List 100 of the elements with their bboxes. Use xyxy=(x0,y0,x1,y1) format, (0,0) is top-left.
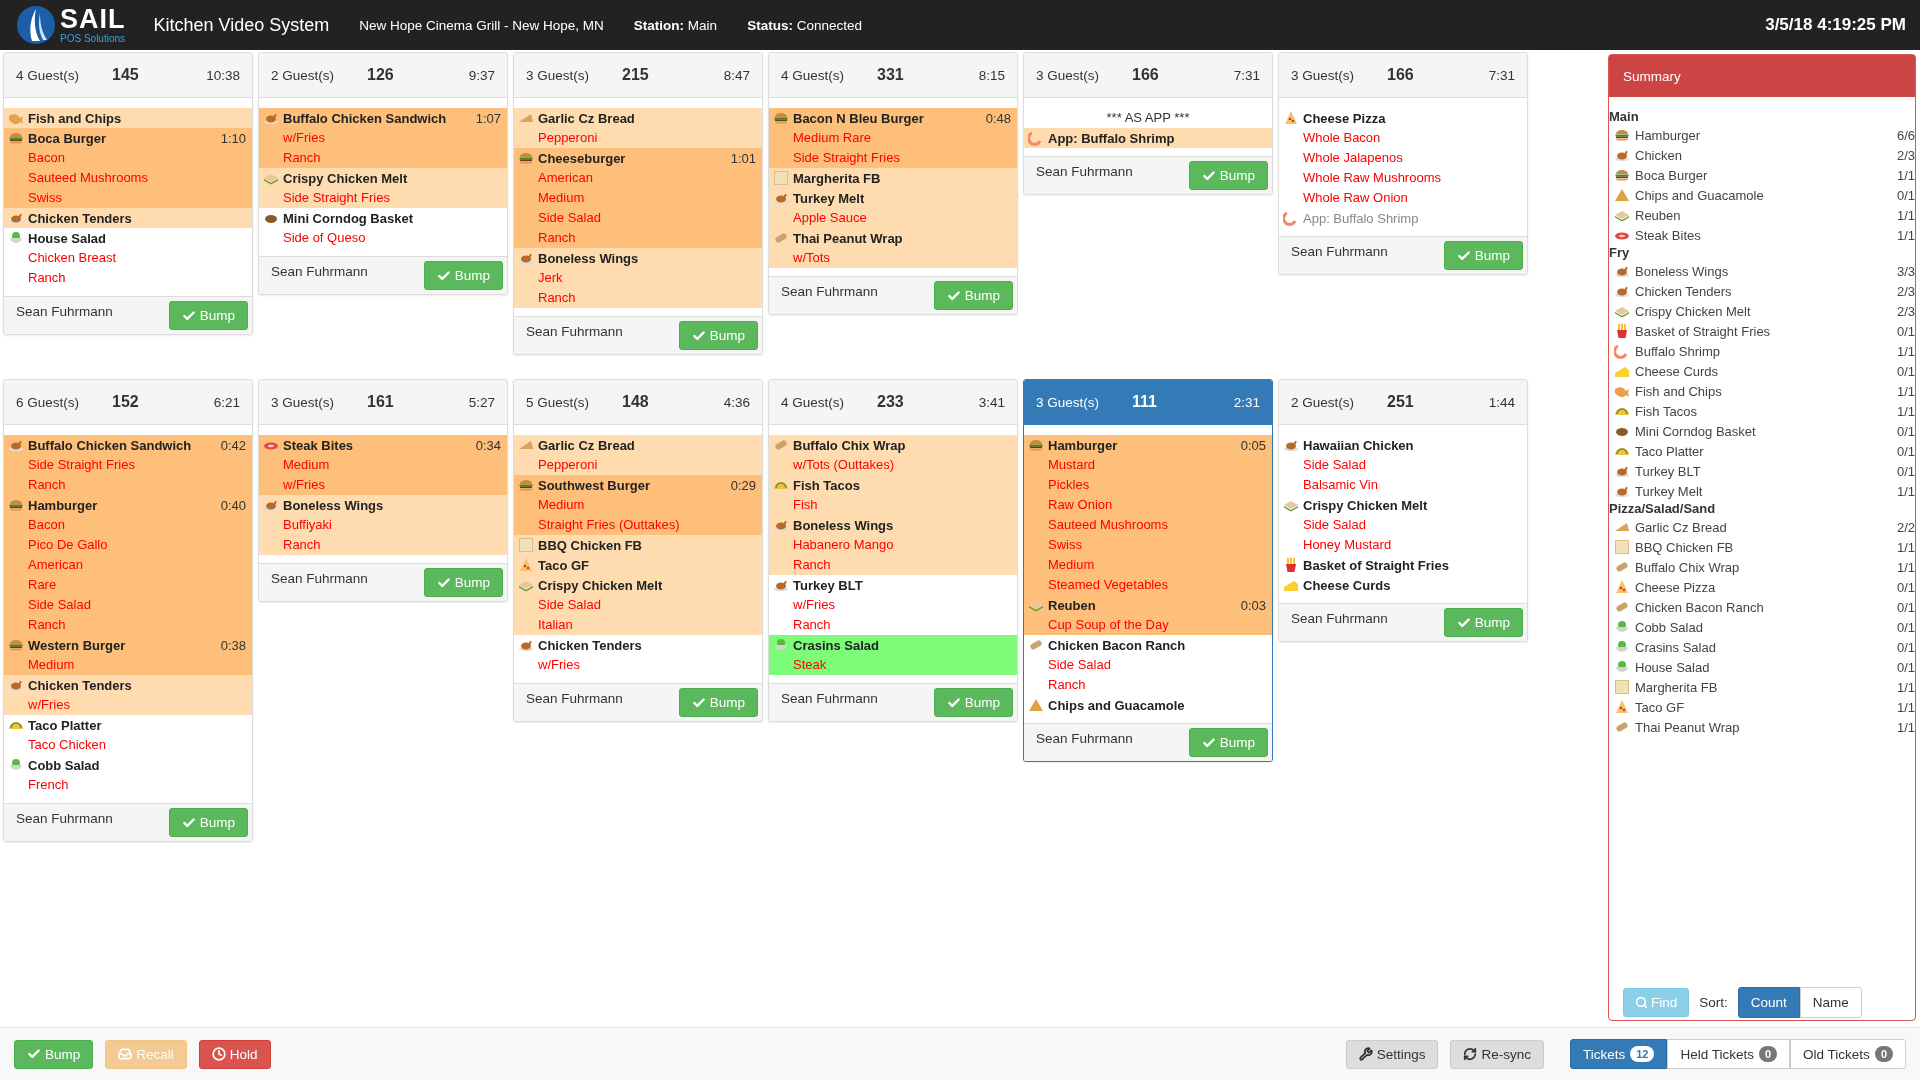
summary-item-name: Chicken Tenders xyxy=(1635,283,1732,299)
resync-button[interactable]: Re-sync xyxy=(1450,1039,1544,1069)
order-item[interactable]: Chicken Bacon Ranch Side Salad Ranch xyxy=(1024,635,1272,695)
hold-action-button[interactable]: Hold xyxy=(198,1039,271,1069)
summary-group-name: Fry xyxy=(1609,245,1631,261)
summary-item-count: 6/6 xyxy=(1896,127,1915,143)
order-item[interactable]: Boneless Wings Buffiyaki Ranch xyxy=(259,495,507,555)
order-item[interactable]: Boca Burger 1:10 Bacon Sauteed Mushrooms Swiss xyxy=(4,128,252,208)
item-modifier: w/Tots (Outtakes) xyxy=(792,456,896,474)
order-item[interactable]: Turkey Melt Apple Sauce xyxy=(769,188,1017,228)
ticket-list-tab[interactable]: Tickets 12 xyxy=(1569,1039,1668,1069)
item-name: Cheeseburger xyxy=(538,150,626,166)
order-item[interactable]: Crasins Salad Steak xyxy=(769,635,1017,675)
order-item[interactable]: Mini Corndog Basket Side of Queso xyxy=(259,208,507,248)
order-item[interactable]: Cheese Pizza Whole Bacon Whole Jalapenos Whole Raw Mushrooms Whole Raw Onion xyxy=(1279,108,1527,208)
item-modifier: Sauteed Mushrooms xyxy=(27,169,149,187)
wrench-icon xyxy=(1358,1047,1373,1061)
order-item[interactable]: App: Buffalo Shrimp xyxy=(1279,208,1527,228)
item-modifier: Bacon xyxy=(27,516,66,534)
item-modifier: Mustard xyxy=(1047,456,1096,474)
summary-item-name: Fish Tacos xyxy=(1635,403,1697,419)
ticket-time: 1:44 xyxy=(1488,394,1515,410)
order-item[interactable]: Hamburger 0:40 Bacon Pico De Gallo American Rare Side Salad Ranch xyxy=(4,495,252,635)
order-item[interactable]: Southwest Burger 0:29 Medium Straight Fries (Outtakes) xyxy=(514,475,762,535)
item-name: Chips and Guacamole xyxy=(1048,697,1185,713)
order-item[interactable]: Hamburger 0:05 Mustard Pickles Raw Onion Sauteed Mushrooms Swiss Medium Steamed Vegetables xyxy=(1024,435,1272,595)
ticket-card[interactable]: 3 Guest(s) 166 7:31 Cheese Pizza Whole Bacon Whole Jalapenos Whole Raw Mushrooms Whole Raw Onion App: Buffalo Shrimp Sean Fuhrmann Bump xyxy=(1278,52,1528,275)
order-item[interactable]: Buffalo Chix Wrap w/Tots (Outtakes) xyxy=(769,435,1017,475)
summary-item-name: Hamburger xyxy=(1635,127,1701,143)
ticket-list-tab[interactable]: Held Tickets 0 xyxy=(1667,1039,1791,1069)
ticket-card[interactable]: 4 Guest(s) 145 10:38 Fish and Chips Boca Burger 1:10 Bacon Sauteed Mushrooms Swiss Chicken Tenders House Salad Chicken Breast Ranch Sean Fuhrmann Bump xyxy=(3,52,253,335)
check-icon xyxy=(27,1047,41,1061)
item-name: App: Buffalo Shrimp xyxy=(1048,130,1175,146)
ticket-number: 251 xyxy=(1387,393,1414,411)
order-item[interactable]: Reuben 0:03 Cup Soup of the Day xyxy=(1024,595,1272,635)
order-item[interactable]: Buffalo Chicken Sandwich 0:42 Side Straight Fries Ranch xyxy=(4,435,252,495)
summary-item-name: Buffalo Chix Wrap xyxy=(1635,559,1740,575)
order-item[interactable]: Basket of Straight Fries xyxy=(1279,555,1527,575)
check-icon xyxy=(436,575,451,590)
item-modifier: Rare xyxy=(27,576,58,594)
ticket-list-tab[interactable]: Old Tickets 0 xyxy=(1790,1039,1906,1069)
order-item[interactable]: Thai Peanut Wrap w/Tots xyxy=(769,228,1017,268)
check-icon xyxy=(1456,248,1471,263)
ticket-card[interactable]: 3 Guest(s) 166 7:31 *** AS APP *** App: Buffalo Shrimp Sean Fuhrmann Bump xyxy=(1023,52,1273,195)
order-item[interactable]: App: Buffalo Shrimp xyxy=(1024,128,1272,148)
ticket-card[interactable] xyxy=(1023,379,1273,762)
order-item[interactable]: Chicken Tenders w/Fries xyxy=(4,675,252,715)
ticket-card[interactable]: 4 Guest(s) 233 3:41 Buffalo Chix Wrap w/Tots (Outtakes) Fish Tacos Fish Boneless Wings Habanero Mango Ranch Turkey BLT w/Fries Ranch Crasins Salad Steak Sean Fuhrmann Bump xyxy=(768,379,1018,722)
item-modifier: Side Straight Fries xyxy=(792,149,901,167)
guest-count: 3 Guest(s) xyxy=(1291,67,1356,83)
pizza-slice-icon xyxy=(1614,699,1630,715)
item-name: Buffalo Chix Wrap xyxy=(793,437,906,453)
item-modifier: Medium xyxy=(537,496,586,514)
ticket-card[interactable]: 4 Guest(s) 331 8:15 Bacon N Bleu Burger 0:48 Medium Rare Side Straight Fries Margherita FB Turkey Melt Apple Sauce Thai Peanut Wrap w/Tots Sean Fuhrmann Bump xyxy=(768,52,1018,315)
order-item[interactable]: Fish and Chips xyxy=(4,108,252,128)
order-item[interactable]: Boneless Wings Jerk Ranch xyxy=(514,248,762,308)
order-item[interactable]: Chicken Tenders w/Fries xyxy=(514,635,762,675)
order-item[interactable]: Taco GF xyxy=(514,555,762,575)
item-modifier: w/Fries xyxy=(282,129,326,147)
ticket-card[interactable]: 2 Guest(s) 251 1:44 Hawaiian Chicken Side Salad Balsamic Vin Crispy Chicken Melt Side Salad Honey Mustard Basket of Straight Fries Cheese Curds Sean Fuhrmann Bump xyxy=(1278,379,1528,642)
order-item[interactable]: Crispy Chicken Melt Side Salad Honey Mustard xyxy=(1279,495,1527,555)
order-item[interactable]: Garlic Cz Bread Pepperoni xyxy=(514,108,762,148)
salad-bowl-icon xyxy=(8,230,24,246)
order-item[interactable]: Hawaiian Chicken Side Salad Balsamic Vin xyxy=(1279,435,1527,495)
order-item[interactable]: House Salad Chicken Breast Ranch xyxy=(4,228,252,288)
sort-option[interactable]: Name xyxy=(1799,987,1862,1018)
order-item[interactable]: Turkey BLT w/Fries Ranch xyxy=(769,575,1017,635)
order-item[interactable]: Boneless Wings Habanero Mango Ranch xyxy=(769,515,1017,575)
order-item[interactable]: Buffalo Chicken Sandwich 1:07 w/Fries Ranch xyxy=(259,108,507,168)
order-item[interactable]: Chips and Guacamole xyxy=(1024,695,1272,715)
ticket-time: 7:31 xyxy=(1233,67,1260,83)
order-item[interactable]: Margherita FB xyxy=(769,168,1017,188)
item-modifier: Whole Raw Onion xyxy=(1302,189,1409,207)
guest-count: 5 Guest(s) xyxy=(526,394,591,410)
item-modifier: Pepperoni xyxy=(537,456,599,474)
settings-button[interactable]: Settings xyxy=(1345,1039,1439,1069)
order-item[interactable]: Cheese Curds xyxy=(1279,575,1527,595)
order-item[interactable]: Fish Tacos Fish xyxy=(769,475,1017,515)
ticket-card[interactable]: 2 Guest(s) 126 9:37 Buffalo Chicken Sandwich 1:07 w/Fries Ranch Crispy Chicken Melt Side Straight Fries Mini Corndog Basket Side of Queso Sean Fuhrmann Bump xyxy=(258,52,508,295)
order-item[interactable]: Steak Bites 0:34 Medium w/Fries xyxy=(259,435,507,495)
item-name: Cheese Pizza xyxy=(1303,110,1386,126)
order-item[interactable]: Chicken Tenders xyxy=(4,208,252,228)
order-item[interactable]: Crispy Chicken Melt Side Straight Fries xyxy=(259,168,507,208)
item-name: Thai Peanut Wrap xyxy=(793,230,903,246)
order-item[interactable]: BBQ Chicken FB xyxy=(514,535,762,555)
item-modifier: Steamed Vegetables xyxy=(1047,576,1169,594)
ticket-card[interactable]: 3 Guest(s) 161 5:27 Steak Bites 0:34 Medium w/Fries Boneless Wings Buffiyaki Ranch Sean Fuhrmann Bump xyxy=(258,379,508,602)
order-item[interactable]: Taco Platter Taco Chicken xyxy=(4,715,252,755)
ticket-card[interactable]: 3 Guest(s) 215 8:47 Garlic Cz Bread Pepperoni Cheeseburger 1:01 American Medium Side Salad Ranch Boneless Wings Jerk Ranch Sean Fuhrmann Bump xyxy=(513,52,763,355)
order-item[interactable]: Cheeseburger 1:01 American Medium Side Salad Ranch xyxy=(514,148,762,248)
order-item[interactable]: Cobb Salad French xyxy=(4,755,252,795)
sort-option[interactable]: Count xyxy=(1737,987,1800,1018)
order-item[interactable]: Crispy Chicken Melt Side Salad Italian xyxy=(514,575,762,635)
summary-item-count: 0/1 xyxy=(1896,659,1915,675)
order-item[interactable]: Bacon N Bleu Burger 0:48 Medium Rare Side Straight Fries xyxy=(769,108,1017,168)
count-badge: 0 xyxy=(1758,1046,1778,1062)
order-item[interactable]: Garlic Cz Bread Pepperoni xyxy=(514,435,762,475)
summary-item-name: Reuben xyxy=(1635,207,1681,223)
order-item[interactable]: Western Burger 0:38 Medium xyxy=(4,635,252,675)
ticket-time: 9:37 xyxy=(468,67,495,83)
